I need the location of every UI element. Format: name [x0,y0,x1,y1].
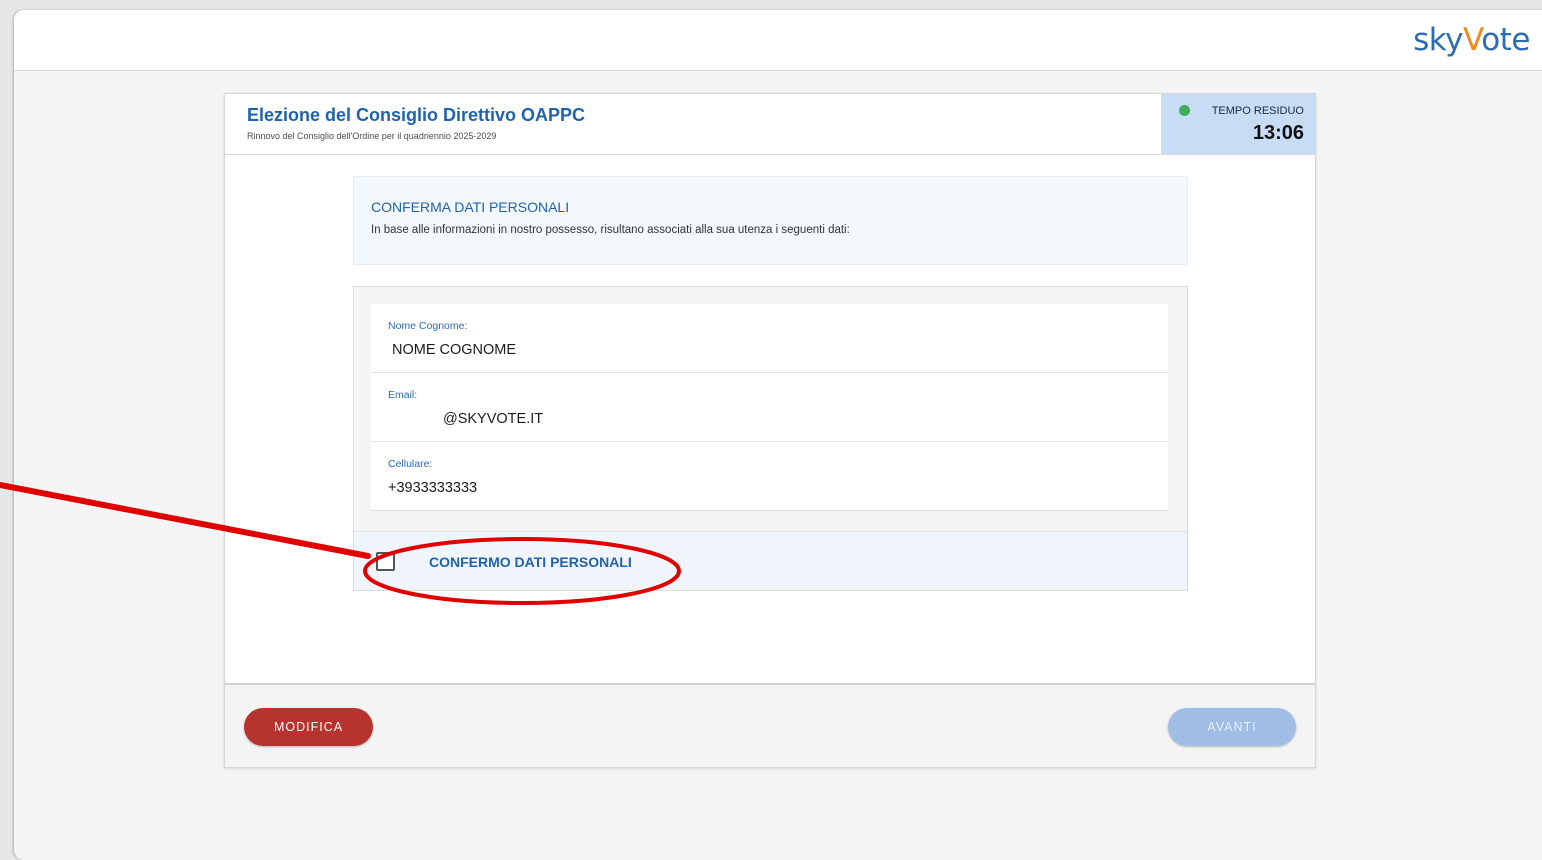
top-bar: skyVote [14,10,1542,71]
field-email-label: Email: [388,389,418,401]
confirm-checkbox[interactable] [376,552,395,571]
confirm-row[interactable]: CONFERMO DATI PERSONALI [354,531,1187,590]
field-mobile: Cellulare: +3933333333 [371,442,1168,511]
skyvote-logo: skyVote [1413,22,1530,58]
field-mobile-value: +3933333333 [388,480,478,496]
time-remaining-label: TEMPO RESIDUO [1211,105,1304,117]
time-remaining-panel: TEMPO RESIDUO 13:06 [1161,94,1315,154]
modifica-button[interactable]: MODIFICA [244,708,373,746]
election-title: Elezione del Consiglio Direttivo OAPPC [247,105,586,125]
time-remaining-value: 13:06 [1252,122,1304,144]
field-name-label: Nome Cognome: [388,320,468,332]
field-email: Email: @SKYVOTE.IT [371,373,1168,442]
personal-data-box: Nome Cognome: NOME COGNOME Email: @SKYVO… [353,286,1188,591]
info-box: CONFERMA DATI PERSONALI In base alle inf… [353,176,1188,265]
status-dot-icon [1179,105,1190,116]
info-text: In base alle informazioni in nostro poss… [371,224,850,236]
card-footer: MODIFICA AVANTI [225,683,1315,767]
info-title: CONFERMA DATI PERSONALI [371,199,570,215]
field-name: Nome Cognome: NOME COGNOME [371,304,1168,373]
avanti-button[interactable]: AVANTI [1168,708,1296,746]
confirm-label[interactable]: CONFERMO DATI PERSONALI [429,554,632,570]
field-mobile-label: Cellulare: [388,458,433,470]
field-email-value: @SKYVOTE.IT [443,411,544,427]
card-header: Elezione del Consiglio Direttivo OAPPC R… [225,94,1315,155]
field-name-value: NOME COGNOME [392,342,517,358]
election-subtitle: Rinnovo del Consiglio dell'Ordine per il… [247,131,497,141]
voting-card: Elezione del Consiglio Direttivo OAPPC R… [224,93,1316,768]
